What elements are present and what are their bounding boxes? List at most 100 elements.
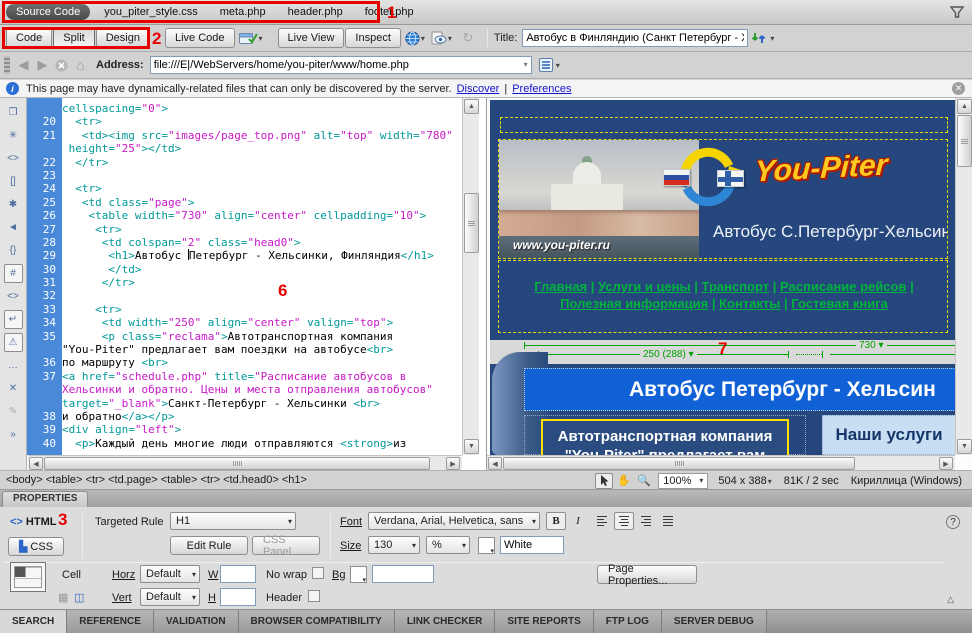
live-code-button[interactable]: Live Code bbox=[165, 28, 235, 48]
code-line[interactable]: 33 <tr> bbox=[27, 303, 451, 316]
design-h1-heading[interactable]: Автобус Петербург - Хельсин bbox=[524, 368, 956, 411]
window-size-select[interactable]: 504 x 388▾ bbox=[718, 475, 771, 487]
file-management-icon[interactable]: ▾ bbox=[750, 28, 775, 48]
design-canvas[interactable]: www.you-piter.ru You-Piter Автобус С.Пет… bbox=[490, 100, 956, 455]
align-right-icon[interactable] bbox=[636, 512, 656, 530]
design-nav-link[interactable]: Гостевая книга bbox=[791, 296, 888, 311]
code-line[interactable]: cellspacing="0"> bbox=[27, 102, 451, 115]
align-left-icon[interactable] bbox=[592, 512, 612, 530]
collapse-selection-icon[interactable]: [] bbox=[4, 172, 23, 191]
horz-select[interactable]: Default▾ bbox=[140, 565, 200, 583]
recent-snippets-icon[interactable]: » bbox=[4, 425, 23, 444]
design-horizontal-scrollbar[interactable]: ◀ ▶ bbox=[487, 455, 955, 470]
source-code-tab[interactable]: Source Code bbox=[6, 4, 90, 20]
collapse-panel-icon[interactable]: △ bbox=[947, 594, 954, 605]
title-input[interactable] bbox=[522, 29, 748, 47]
code-line[interactable]: 26 <table width="730" align="center" cel… bbox=[27, 209, 451, 222]
page-properties-button[interactable]: Page Properties... bbox=[597, 565, 697, 584]
design-nav-link[interactable]: Главная bbox=[534, 279, 587, 294]
code-horizontal-scrollbar[interactable]: ◀ ▶ bbox=[28, 455, 462, 470]
code-line[interactable]: 32 bbox=[27, 289, 451, 302]
address-input[interactable] bbox=[150, 56, 532, 74]
syntax-error-alerts-icon[interactable]: ⚠ bbox=[4, 333, 23, 352]
code-line[interactable]: 39<div align="left"> bbox=[27, 423, 451, 436]
results-tab-browser-compatibility[interactable]: BROWSER COMPATIBILITY bbox=[239, 610, 395, 633]
height-input[interactable] bbox=[220, 588, 256, 606]
related-file-tab[interactable]: meta.php bbox=[220, 6, 266, 18]
remove-comment-icon[interactable]: ✕ bbox=[4, 379, 23, 398]
split-cell-icon[interactable]: ◫ bbox=[74, 591, 84, 604]
css-panel-button[interactable]: CSS Panel bbox=[252, 536, 320, 555]
code-line[interactable]: 36по маршруту <br> bbox=[27, 356, 451, 369]
text-color-swatch[interactable] bbox=[478, 537, 495, 554]
design-reclama-cell[interactable]: Автотранспортная компания "You-Piter" пр… bbox=[524, 415, 806, 455]
design-vertical-scrollbar[interactable]: ▲ ▼ bbox=[955, 98, 972, 455]
collapse-full-tag-icon[interactable]: <> bbox=[4, 149, 23, 168]
results-tab-link-checker[interactable]: LINK CHECKER bbox=[395, 610, 496, 633]
code-line[interactable]: target="_blank">Санкт-Петербург - Хельси… bbox=[27, 397, 451, 410]
design-nav-link[interactable]: Контакты bbox=[719, 296, 780, 311]
design-services-cell[interactable]: Наши услуги bbox=[822, 415, 956, 455]
html-mode-button[interactable]: <> HTML bbox=[10, 516, 56, 528]
view-options-icon[interactable]: ▾ bbox=[538, 55, 561, 75]
results-tab-validation[interactable]: VALIDATION bbox=[154, 610, 239, 633]
code-line[interactable]: 23 bbox=[27, 169, 451, 182]
code-vertical-scrollbar[interactable]: ▲ ▼ bbox=[462, 98, 479, 455]
discover-link[interactable]: Discover bbox=[457, 83, 500, 95]
text-color-field[interactable] bbox=[500, 536, 564, 554]
bold-button[interactable]: B bbox=[546, 512, 566, 530]
code-line[interactable]: 21 <td><img src="images/page_top.png" al… bbox=[27, 129, 451, 142]
header-checkbox[interactable] bbox=[308, 590, 320, 602]
filter-related-files-icon[interactable] bbox=[950, 5, 964, 19]
magnification-select[interactable]: 100%▾ bbox=[658, 473, 708, 489]
code-line[interactable]: 35 <p class="reclama">Автотранспортная к… bbox=[27, 330, 451, 343]
check-browser-compatibility-icon[interactable]: ▾ bbox=[238, 28, 264, 48]
zoom-tool-icon[interactable]: 🔍 bbox=[635, 473, 653, 489]
balance-braces-icon[interactable]: {} bbox=[4, 241, 23, 260]
back-icon[interactable]: ◀ bbox=[15, 57, 32, 74]
code-line[interactable]: "You-Piter" предлагает вам поездки на ав… bbox=[27, 343, 451, 356]
results-tab-ftp-log[interactable]: FTP LOG bbox=[594, 610, 662, 633]
code-line[interactable]: 31 </tr> bbox=[27, 276, 451, 289]
code-editor[interactable]: cellspacing="0">20 <tr>21 <td><img src="… bbox=[27, 102, 451, 454]
split-view-button[interactable]: Split bbox=[53, 28, 94, 48]
size-unit-select[interactable]: %▾ bbox=[426, 536, 470, 554]
design-view-button[interactable]: Design bbox=[96, 28, 150, 48]
live-view-button[interactable]: Live View bbox=[278, 28, 345, 48]
design-nav-link[interactable]: Расписание рейсов bbox=[780, 279, 906, 294]
home-icon[interactable]: ⌂ bbox=[72, 57, 89, 74]
css-mode-button[interactable]: ▙CSS bbox=[8, 537, 64, 556]
code-line[interactable]: 34 <td width="250" align="center" valign… bbox=[27, 316, 451, 329]
code-line[interactable]: 29 <h1>Автобус Петербург - Хельсинки, Фи… bbox=[27, 249, 451, 262]
related-file-tab[interactable]: footer.php bbox=[365, 6, 414, 18]
code-line[interactable]: 24 <tr> bbox=[27, 182, 451, 195]
code-navigator-icon[interactable]: ✳ bbox=[4, 126, 23, 145]
related-file-tab[interactable]: you_piter_style.css bbox=[104, 6, 198, 18]
line-numbers-icon[interactable]: # bbox=[4, 264, 23, 283]
results-tab-server-debug[interactable]: SERVER DEBUG bbox=[662, 610, 767, 633]
align-justify-icon[interactable] bbox=[658, 512, 678, 530]
code-line[interactable]: height="25"></td> bbox=[27, 142, 451, 155]
format-source-code-icon[interactable]: ✎ bbox=[4, 402, 23, 421]
code-line[interactable]: 20 <tr> bbox=[27, 115, 451, 128]
code-line[interactable]: 40 <p>Каждый день многие люди отправляют… bbox=[27, 437, 451, 450]
properties-panel-tab[interactable]: PROPERTIES bbox=[2, 491, 88, 507]
code-line[interactable]: 22 </tr> bbox=[27, 156, 451, 169]
apply-comment-icon[interactable]: … bbox=[4, 356, 23, 375]
code-line[interactable]: 37<a href="schedule.php" title="Расписан… bbox=[27, 370, 451, 383]
preferences-link[interactable]: Preferences bbox=[512, 83, 571, 95]
code-line[interactable]: 30 </td> bbox=[27, 263, 451, 276]
table-width-menu-730[interactable]: 730 ▾ bbox=[856, 340, 887, 351]
italic-button[interactable]: I bbox=[568, 512, 588, 530]
code-line[interactable]: 27 <tr> bbox=[27, 223, 451, 236]
targeted-rule-select[interactable]: H1▾ bbox=[170, 512, 296, 530]
size-select[interactable]: 130▾ bbox=[368, 536, 420, 554]
highlight-invalid-code-icon[interactable]: <> bbox=[4, 287, 23, 306]
design-site-header[interactable]: www.you-piter.ru You-Piter Автобус С.Пет… bbox=[498, 139, 948, 259]
hand-tool-icon[interactable]: ✋ bbox=[615, 473, 633, 489]
word-wrap-icon[interactable]: ↵ bbox=[4, 310, 23, 329]
toolbar-grip[interactable] bbox=[4, 56, 10, 74]
bg-color-swatch[interactable] bbox=[350, 566, 367, 583]
forward-icon[interactable]: ▶ bbox=[34, 57, 51, 74]
check-page-icon[interactable]: ▾ bbox=[430, 28, 453, 48]
